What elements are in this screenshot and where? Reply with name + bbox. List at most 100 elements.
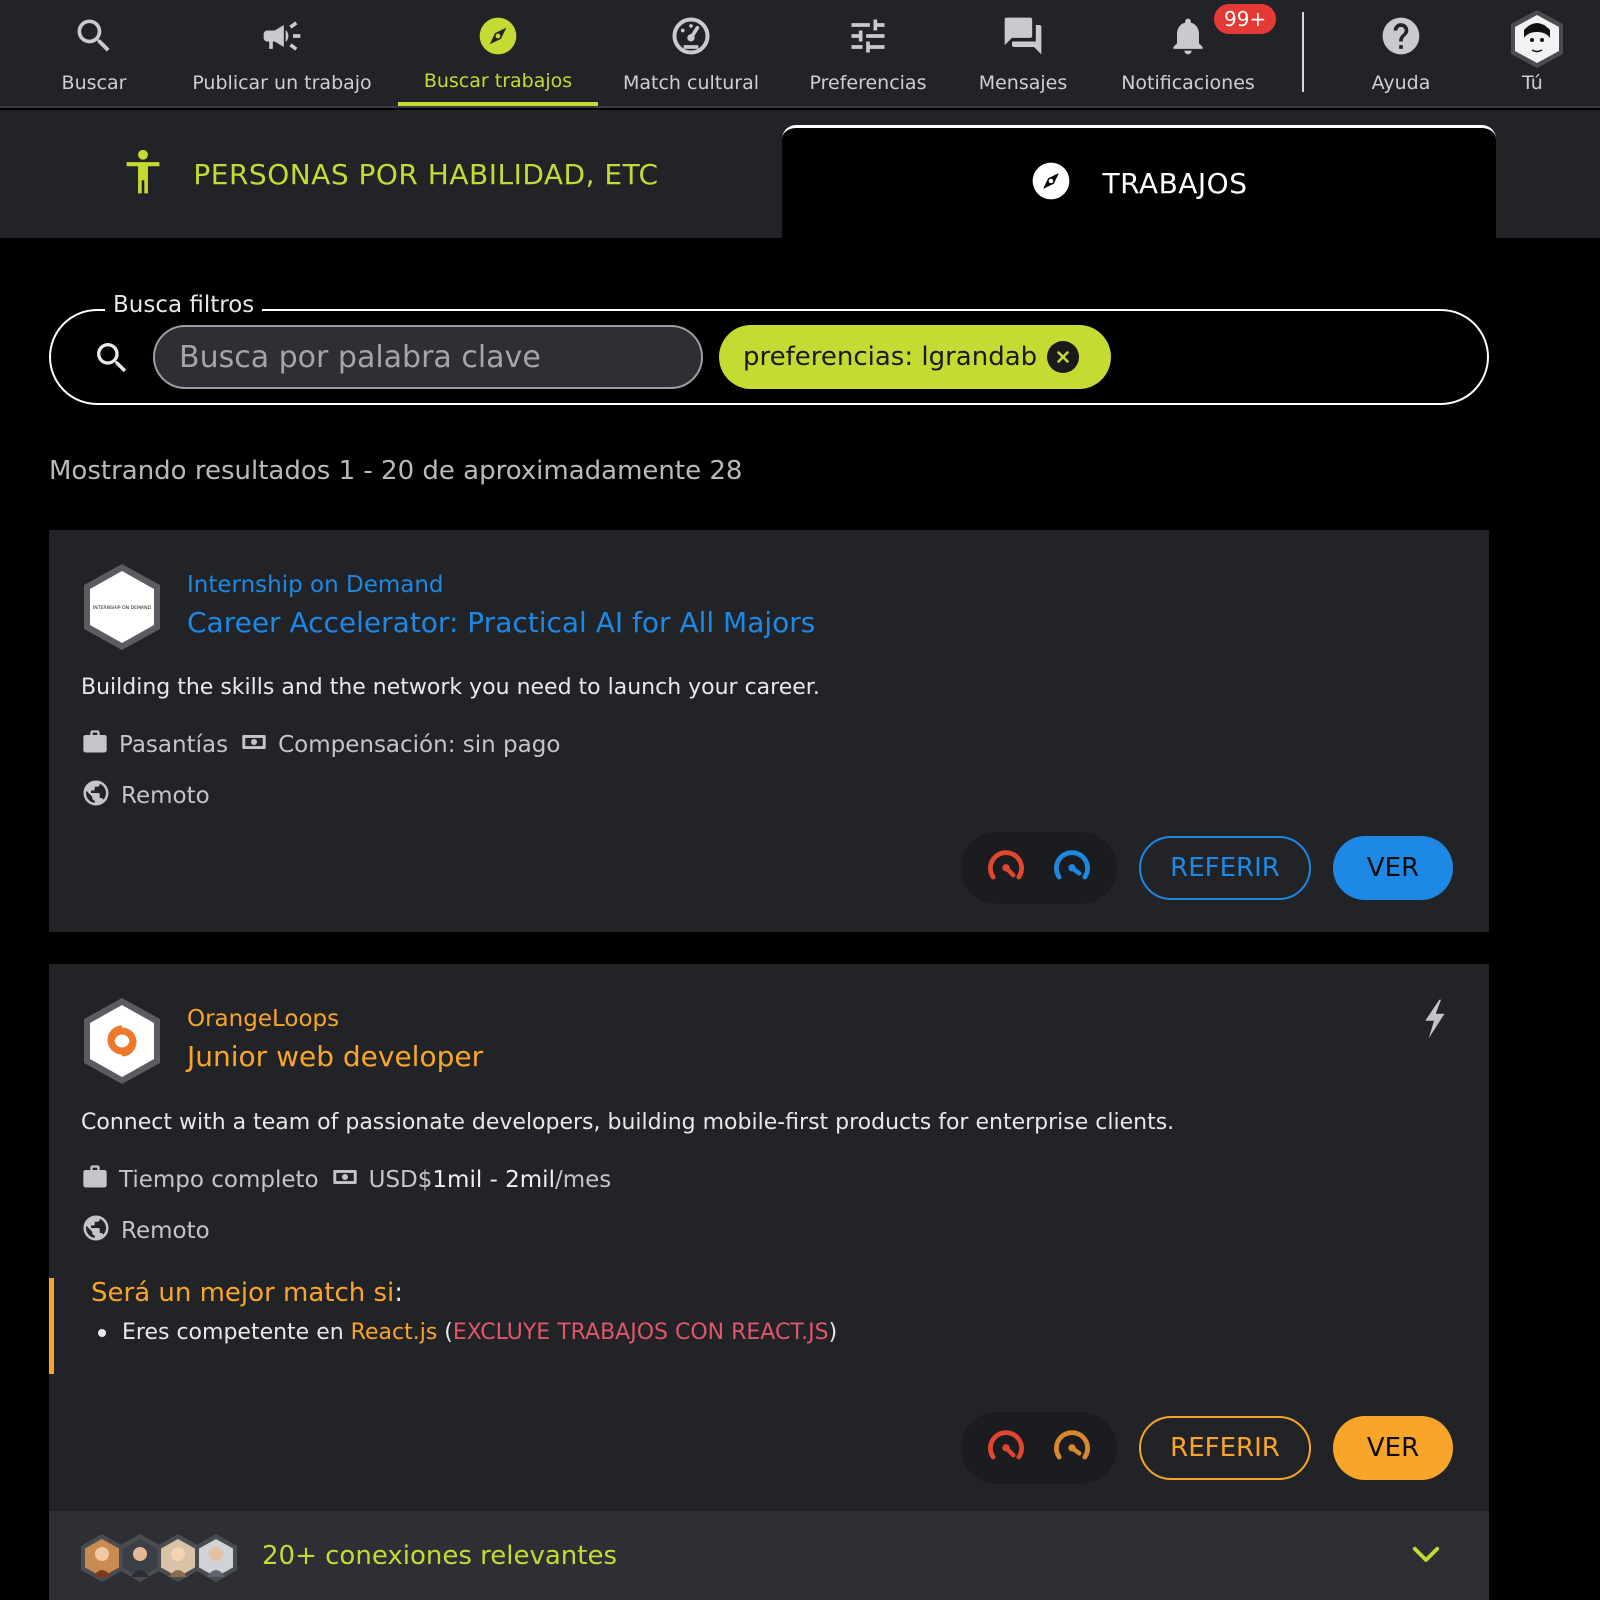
compass-icon (1030, 160, 1072, 206)
match-prefix: Eres competente en (122, 1320, 351, 1345)
match-gauges (961, 1412, 1117, 1484)
flash-icon (1419, 998, 1449, 1044)
chip-label: preferencias: lgrandab (743, 342, 1038, 372)
nav-label: Ayuda (1371, 72, 1431, 94)
chevron-down-icon[interactable] (1411, 1545, 1441, 1569)
person-icon (123, 149, 163, 199)
search-icon (72, 14, 116, 58)
nav-messages[interactable]: Mensajes (962, 0, 1084, 106)
salary-range: 1mil - 2mil (432, 1167, 555, 1193)
job-meta: Tiempo completo USD$ 1mil - 2mil/mes (81, 1163, 611, 1197)
view-button[interactable]: VER (1333, 836, 1453, 900)
refer-button[interactable]: REFERIR (1139, 836, 1311, 900)
top-navigation: Buscar Publicar un trabajo Buscar trabaj… (0, 0, 1600, 108)
better-match-box: Será un mejor match si: Eres competente … (49, 1278, 1489, 1374)
nav-label: Mensajes (978, 72, 1068, 94)
briefcase-icon (81, 1163, 109, 1197)
globe-icon (81, 1213, 111, 1249)
bell-icon (1166, 14, 1210, 58)
culture-match-gauge-icon[interactable] (984, 844, 1028, 892)
better-match-colon: : (394, 1278, 404, 1308)
salary-prefix: USD$ (368, 1167, 433, 1193)
nav-label: Preferencias (809, 72, 927, 94)
match-gauges (961, 832, 1117, 904)
money-icon (240, 728, 268, 762)
tab-people-label: PERSONAS POR HABILIDAD, ETC (193, 157, 659, 191)
gauge-icon (669, 14, 713, 58)
skills-match-gauge-icon[interactable] (1050, 1424, 1094, 1472)
company-name[interactable]: OrangeLoops (187, 1006, 339, 1032)
notifications-badge: 99+ (1214, 4, 1277, 34)
job-location: Remoto (81, 778, 210, 814)
compensation: Compensación: sin pago (278, 732, 561, 758)
company-name[interactable]: Internship on Demand (187, 572, 444, 598)
tab-people[interactable]: PERSONAS POR HABILIDAD, ETC (0, 110, 782, 238)
nav-find-jobs[interactable]: Buscar trabajos (398, 0, 598, 106)
results-count: Mostrando resultados 1 - 20 de aproximad… (49, 456, 743, 486)
megaphone-icon (260, 14, 304, 58)
connection-avatars (79, 1533, 237, 1583)
job-description: Connect with a team of passionate develo… (81, 1110, 1175, 1135)
compass-icon (476, 14, 520, 58)
sliders-icon (846, 14, 890, 58)
bullet (98, 1328, 106, 1337)
nav-help[interactable]: Ayuda (1362, 0, 1440, 106)
briefcase-icon (81, 728, 109, 762)
search-icon (92, 338, 132, 382)
view-button[interactable]: VER (1333, 1416, 1453, 1480)
job-type: Pasantías (119, 732, 229, 758)
company-logo[interactable]: INTERNSHIP ON DEMAND (81, 562, 163, 656)
nav-label: Buscar (61, 72, 127, 94)
nav-label: Notificaciones (1121, 72, 1255, 94)
search-mode-tabs: PERSONAS POR HABILIDAD, ETC TRABAJOS (0, 110, 1600, 238)
salary: USD$ 1mil - 2mil/mes (369, 1167, 612, 1193)
match-close: ) (828, 1320, 838, 1345)
globe-icon (81, 778, 111, 814)
tabbar-filler (1496, 110, 1600, 238)
skills-match-gauge-icon[interactable] (1050, 844, 1094, 892)
job-title[interactable]: Career Accelerator: Practical AI for All… (187, 606, 815, 639)
better-match-item: Eres competente en React.js (EXCLUYE TRA… (98, 1320, 837, 1345)
job-card: OrangeLoops Junior web developer Connect… (49, 964, 1489, 1511)
connection-avatar (195, 1534, 237, 1582)
job-location: Remoto (81, 1213, 210, 1249)
exclude-react-link[interactable]: EXCLUYE TRABAJOS CON REACT.JS (453, 1320, 829, 1345)
location-text: Remoto (121, 783, 210, 809)
better-match-title: Será un mejor match si: (91, 1278, 403, 1308)
card-actions: REFERIR VER (961, 832, 1453, 904)
user-avatar[interactable] (1508, 8, 1566, 74)
match-skill[interactable]: React.js (351, 1320, 438, 1345)
match-open: ( (437, 1320, 453, 1345)
chat-icon (1001, 14, 1045, 58)
company-logo[interactable] (81, 996, 163, 1090)
relevant-connections-bar[interactable]: 20+ conexiones relevantes (49, 1511, 1489, 1600)
nav-culture-match[interactable]: Match cultural (612, 0, 770, 106)
job-meta: Pasantías Compensación: sin pago (81, 728, 560, 762)
nav-preferences[interactable]: Preferencias (800, 0, 936, 106)
help-icon (1379, 14, 1423, 58)
culture-match-gauge-icon[interactable] (984, 1424, 1028, 1472)
svg-text:INTERNSHIP ON DEMAND: INTERNSHIP ON DEMAND (93, 605, 152, 611)
nav-label: Match cultural (622, 72, 759, 94)
preferences-filter-chip[interactable]: preferencias: lgrandab (719, 325, 1111, 389)
nav-post-job[interactable]: Publicar un trabajo (182, 0, 382, 106)
money-icon (331, 1163, 359, 1197)
refer-button[interactable]: REFERIR (1139, 1416, 1311, 1480)
job-description: Building the skills and the network you … (81, 675, 820, 700)
remove-chip-icon[interactable] (1047, 341, 1080, 373)
card-actions: REFERIR VER (961, 1412, 1453, 1484)
nav-search[interactable]: Buscar (44, 0, 144, 106)
nav-divider (1302, 12, 1304, 92)
tab-jobs[interactable]: TRABAJOS (782, 125, 1496, 238)
better-match-heading: Será un mejor match si (91, 1278, 395, 1308)
nav-notifications[interactable]: Notificaciones 99+ (1118, 0, 1277, 106)
job-card: INTERNSHIP ON DEMAND Internship on Deman… (49, 530, 1489, 932)
location-text: Remoto (121, 1218, 210, 1244)
salary-suffix: /mes (554, 1167, 612, 1193)
job-title[interactable]: Junior web developer (187, 1040, 483, 1073)
tab-jobs-label: TRABAJOS (1102, 166, 1248, 200)
connections-label: 20+ conexiones relevantes (262, 1541, 618, 1571)
nav-label: Publicar un trabajo (192, 72, 372, 94)
you-label: Tú (1522, 72, 1543, 94)
keyword-search-input[interactable] (153, 325, 703, 389)
